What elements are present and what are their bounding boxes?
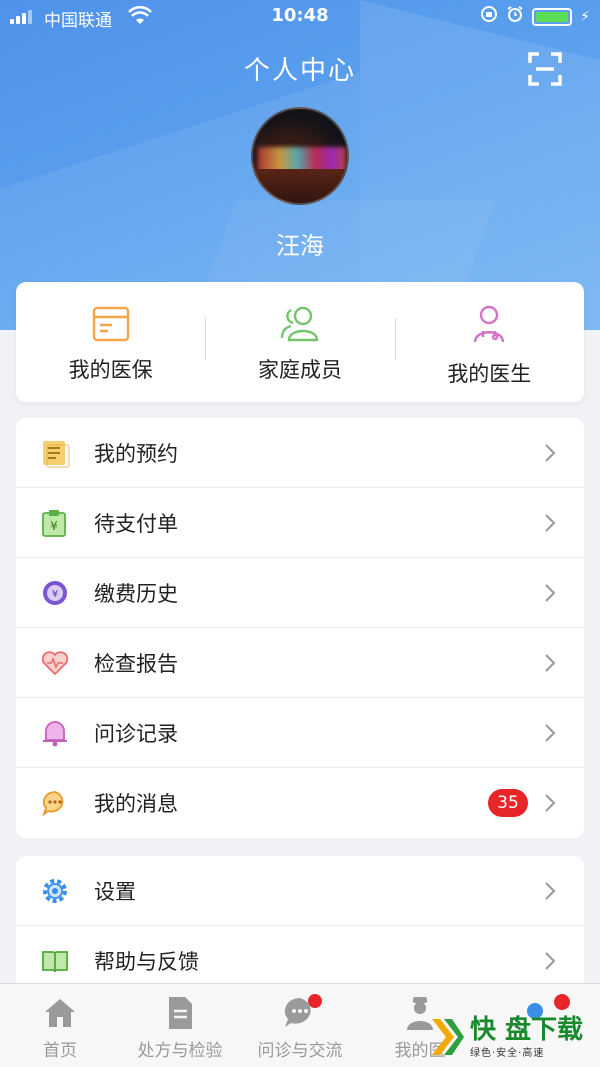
tab-label: 处方与检验 [137, 1041, 223, 1061]
battery-icon [532, 7, 573, 26]
quick-action-label: 我的医保 [68, 358, 153, 382]
menu-item-label: 缴费历史 [94, 581, 178, 606]
quick-action-medical-insurance[interactable]: 我的医保 [16, 282, 205, 402]
chevron-right-icon [545, 952, 556, 970]
watermark-title: 快 盘下载 [470, 1014, 584, 1045]
chevron-right-icon [545, 794, 556, 812]
menu-item-label: 问诊记录 [94, 721, 178, 746]
menu-item-messages[interactable]: 我的消息 35 [16, 768, 584, 838]
tab-prescription[interactable]: 处方与检验 [120, 984, 240, 1067]
charging-icon: ⚡ [580, 8, 590, 25]
notification-dot [308, 994, 322, 1008]
user-name: 汪海 [276, 232, 324, 260]
menu-group-settings: 设置 帮助与反馈 [16, 856, 584, 996]
menu-item-pending-payments[interactable]: ¥ 待支付单 [16, 488, 584, 558]
chevron-right-icon [545, 513, 556, 532]
alarm-icon [506, 5, 524, 28]
rotation-lock-icon [480, 5, 498, 28]
chevron-right-icon [545, 583, 556, 602]
notification-dot [554, 994, 570, 1010]
exam-report-icon [40, 648, 70, 678]
consultation-record-icon [40, 718, 70, 748]
watermark-subtitle: 绿色·安全·高速 [470, 1047, 545, 1059]
quick-action-label: 家庭成员 [257, 358, 342, 382]
settings-icon [40, 876, 70, 906]
unread-count-badge: 35 [488, 789, 528, 817]
home-icon [41, 994, 79, 1032]
chevron-right-icon [545, 881, 556, 900]
menu-item-label: 待支付单 [94, 511, 178, 536]
help-feedback-icon [40, 946, 70, 976]
status-bar: 中国联通 10:48 ⚡ [0, 0, 600, 34]
menu-item-exam-reports[interactable]: 检查报告 [16, 628, 584, 698]
tab-consultation[interactable]: 问诊与交流 [240, 984, 360, 1067]
menu-item-label: 我的预约 [94, 441, 178, 466]
svg-text:¥: ¥ [50, 519, 58, 533]
doctor-icon [467, 302, 511, 346]
medical-card-icon [89, 302, 133, 346]
appointment-icon [40, 438, 70, 468]
quick-actions-card: 我的医保 家庭成员 我的医生 [16, 282, 584, 402]
svg-text:¥: ¥ [52, 589, 58, 600]
chevron-right-icon [545, 653, 556, 672]
quick-action-family-members[interactable]: 家庭成员 [205, 282, 394, 402]
menu-item-settings[interactable]: 设置 [16, 856, 584, 926]
chevron-right-icon [545, 443, 556, 462]
menu-group-main: 我的预约 ¥ 待支付单 ¥ 缴费历史 检查报告 问诊记录 我的消息 35 [16, 418, 584, 838]
tab-label: 问诊与交流 [257, 1041, 343, 1061]
avatar[interactable] [251, 107, 349, 205]
tab-label: 首页 [43, 1041, 77, 1061]
family-members-icon [278, 302, 322, 346]
messages-icon [40, 788, 70, 818]
page-title: 个人中心 [243, 56, 356, 86]
pending-payment-icon: ¥ [40, 508, 70, 538]
profile-header: 中国联通 10:48 ⚡ 个人中心 汪海 [0, 0, 600, 330]
watermark-icon [432, 1019, 464, 1055]
tab-home[interactable]: 首页 [0, 984, 120, 1067]
menu-item-label: 设置 [94, 879, 136, 904]
menu-item-payment-history[interactable]: ¥ 缴费历史 [16, 558, 584, 628]
watermark-logo: 快 盘下载 绿色·安全·高速 [428, 1012, 600, 1062]
quick-action-label: 我的医生 [447, 362, 532, 386]
prescription-icon [161, 994, 199, 1032]
menu-item-label: 帮助与反馈 [94, 950, 199, 974]
scan-icon[interactable] [528, 52, 562, 86]
menu-item-appointments[interactable]: 我的预约 [16, 418, 584, 488]
menu-item-consultation-records[interactable]: 问诊记录 [16, 698, 584, 768]
chevron-right-icon [545, 723, 556, 742]
menu-item-label: 检查报告 [94, 651, 178, 676]
quick-action-my-doctor[interactable]: 我的医生 [395, 282, 584, 402]
menu-item-label: 我的消息 [94, 792, 178, 816]
payment-history-icon: ¥ [40, 578, 70, 608]
